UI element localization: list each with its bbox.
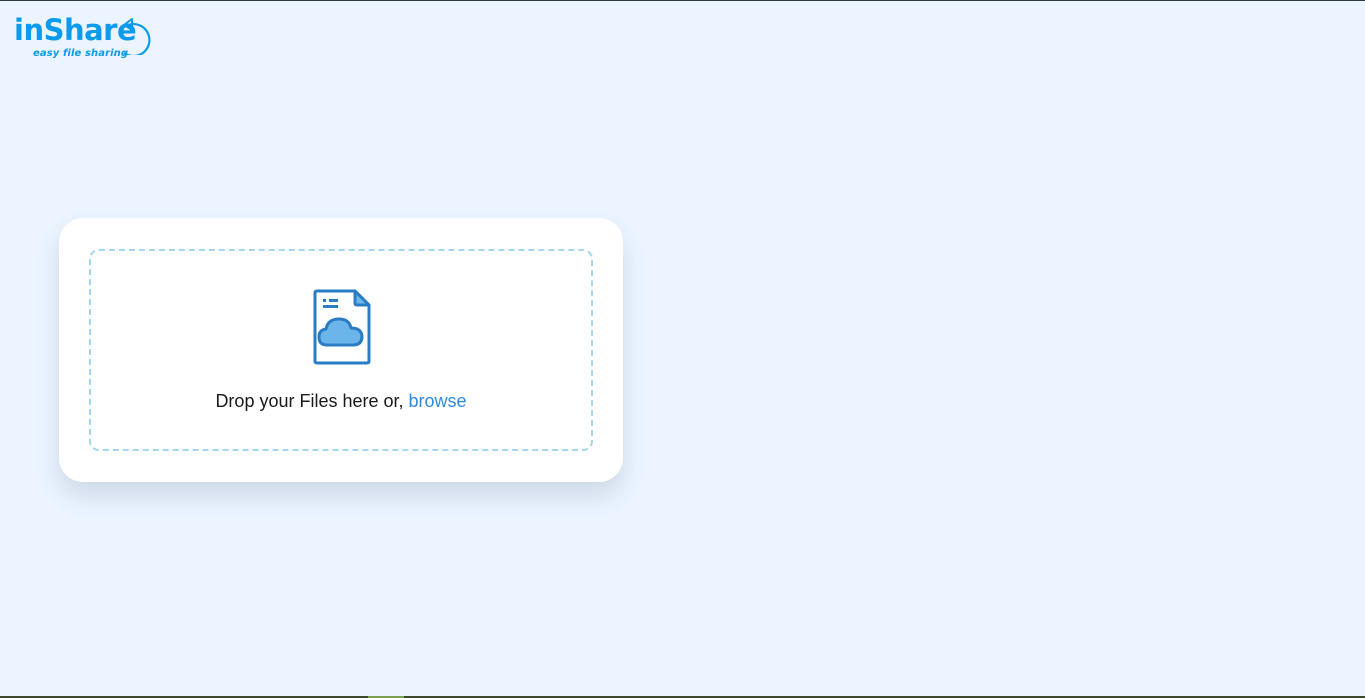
file-cloud-icon <box>313 289 371 365</box>
drop-instructions: Drop your Files here or, browse <box>91 391 591 412</box>
upload-card: Drop your Files here or, browse <box>59 218 623 482</box>
logo-brand: inShare <box>14 13 137 47</box>
logo-tagline: easy file sharing <box>33 48 129 59</box>
browse-link[interactable]: browse <box>409 391 467 411</box>
drop-prompt-text: Drop your Files here or, <box>215 391 404 411</box>
drop-zone[interactable]: Drop your Files here or, browse <box>89 249 593 451</box>
app-logo[interactable]: inShare easy file sharing <box>14 13 159 65</box>
